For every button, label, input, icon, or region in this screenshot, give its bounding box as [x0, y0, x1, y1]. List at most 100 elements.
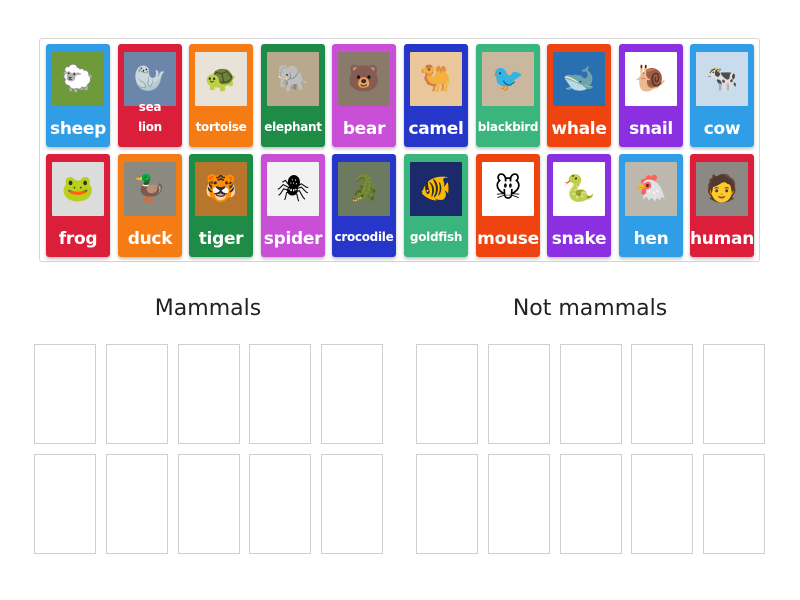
- card-image: 🐘: [267, 52, 319, 106]
- card-image: 🐻: [338, 52, 390, 106]
- elephant-photo-icon: 🐘: [267, 52, 319, 106]
- card-image: 🐌: [625, 52, 677, 106]
- card-label: crocodile: [334, 230, 394, 244]
- not-mammals-drop-slot[interactable]: [560, 344, 622, 444]
- spider-photo-icon: 🕷: [267, 162, 319, 216]
- not-mammals-drop-slot[interactable]: [560, 454, 622, 554]
- card-sea-lion[interactable]: 🦭 sea lion: [118, 44, 182, 147]
- duck-photo-icon: 🦆: [124, 162, 176, 216]
- card-crocodile[interactable]: 🐊 crocodile: [332, 154, 396, 257]
- mammals-drop-slot[interactable]: [106, 344, 168, 444]
- card-label: snail: [629, 119, 673, 139]
- hen-photo-icon: 🐔: [625, 162, 677, 216]
- card-image: 🐯: [195, 162, 247, 216]
- card-label: sea lion: [138, 100, 162, 134]
- mouse-photo-icon: 🐭: [482, 162, 534, 216]
- card-sheep[interactable]: 🐑 sheep: [46, 44, 110, 147]
- not-mammals-drop-slot[interactable]: [631, 454, 693, 554]
- card-label: tortoise: [195, 120, 247, 134]
- card-image: 🐄: [696, 52, 748, 106]
- card-image: 🐋: [553, 52, 605, 106]
- card-label: tiger: [198, 229, 244, 249]
- not-mammals-drop-slot[interactable]: [416, 344, 478, 444]
- card-image: 🐦: [482, 52, 534, 106]
- card-label: sheep: [50, 119, 106, 139]
- card-cow[interactable]: 🐄 cow: [690, 44, 754, 147]
- mammals-drop-slot[interactable]: [34, 454, 96, 554]
- mammals-drop-slot[interactable]: [178, 344, 240, 444]
- card-elephant[interactable]: 🐘 elephant: [261, 44, 325, 147]
- card-image: 🐸: [52, 162, 104, 216]
- snail-photo-icon: 🐌: [625, 52, 677, 106]
- card-spider[interactable]: 🕷 spider: [261, 154, 325, 257]
- card-image: 🐢: [195, 52, 247, 106]
- card-hen[interactable]: 🐔 hen: [619, 154, 683, 257]
- mammals-drop-slot[interactable]: [321, 454, 383, 554]
- card-image: 🧑: [696, 162, 748, 216]
- card-label: bear: [342, 119, 386, 139]
- group-title-not-mammals: Not mammals: [512, 296, 668, 321]
- not-mammals-drop-slot[interactable]: [703, 344, 765, 444]
- not-mammals-drop-slot[interactable]: [488, 344, 550, 444]
- card-snake[interactable]: 🐍 snake: [547, 154, 611, 257]
- card-label: cow: [703, 119, 741, 139]
- card-label: camel: [408, 119, 464, 139]
- card-label: hen: [633, 229, 669, 249]
- mammals-drop-slot[interactable]: [249, 344, 311, 444]
- human-photo-icon: 🧑: [696, 162, 748, 216]
- card-tiger[interactable]: 🐯 tiger: [189, 154, 253, 257]
- group-title-mammals: Mammals: [154, 296, 262, 321]
- mammals-drop-slot[interactable]: [106, 454, 168, 554]
- camel-photo-icon: 🐫: [410, 52, 462, 106]
- card-snail[interactable]: 🐌 snail: [619, 44, 683, 147]
- card-bear[interactable]: 🐻 bear: [332, 44, 396, 147]
- card-human[interactable]: 🧑 human: [690, 154, 754, 257]
- card-image: 🦆: [124, 162, 176, 216]
- card-label: goldfish: [409, 230, 463, 244]
- card-mouse[interactable]: 🐭 mouse: [476, 154, 540, 257]
- mammals-drop-slot[interactable]: [321, 344, 383, 444]
- tiger-photo-icon: 🐯: [195, 162, 247, 216]
- blackbird-photo-icon: 🐦: [482, 52, 534, 106]
- card-blackbird[interactable]: 🐦 blackbird: [476, 44, 540, 147]
- card-image: 🐠: [410, 162, 462, 216]
- card-frog[interactable]: 🐸 frog: [46, 154, 110, 257]
- bear-photo-icon: 🐻: [338, 52, 390, 106]
- mammals-drop-slot[interactable]: [34, 344, 96, 444]
- crocodile-photo-icon: 🐊: [338, 162, 390, 216]
- snake-photo-icon: 🐍: [553, 162, 605, 216]
- card-image: 🐫: [410, 52, 462, 106]
- mammals-drop-slot[interactable]: [249, 454, 311, 554]
- card-label: whale: [551, 119, 607, 139]
- card-label: elephant: [264, 120, 322, 134]
- card-label: human: [690, 229, 754, 249]
- card-label: mouse: [477, 229, 539, 249]
- not-mammals-drop-slot[interactable]: [703, 454, 765, 554]
- frog-photo-icon: 🐸: [52, 162, 104, 216]
- sheep-photo-icon: 🐑: [52, 52, 104, 106]
- goldfish-photo-icon: 🐠: [410, 162, 462, 216]
- card-label: frog: [58, 229, 98, 249]
- card-image: 🐊: [338, 162, 390, 216]
- card-whale[interactable]: 🐋 whale: [547, 44, 611, 147]
- card-label: blackbird: [477, 120, 539, 134]
- not-mammals-drop-slot[interactable]: [416, 454, 478, 554]
- card-goldfish[interactable]: 🐠 goldfish: [404, 154, 468, 257]
- tortoise-photo-icon: 🐢: [195, 52, 247, 106]
- card-label: spider: [263, 229, 323, 249]
- card-tortoise[interactable]: 🐢 tortoise: [189, 44, 253, 147]
- not-mammals-drop-slot[interactable]: [631, 344, 693, 444]
- card-image: 🐍: [553, 162, 605, 216]
- whale-photo-icon: 🐋: [553, 52, 605, 106]
- card-label: snake: [551, 229, 607, 249]
- card-label: duck: [127, 229, 173, 249]
- card-image: 🕷: [267, 162, 319, 216]
- cow-photo-icon: 🐄: [696, 52, 748, 106]
- card-duck[interactable]: 🦆 duck: [118, 154, 182, 257]
- not-mammals-drop-slot[interactable]: [488, 454, 550, 554]
- mammals-drop-slot[interactable]: [178, 454, 240, 554]
- card-image: 🐔: [625, 162, 677, 216]
- card-image: 🐭: [482, 162, 534, 216]
- card-image: 🐑: [52, 52, 104, 106]
- card-camel[interactable]: 🐫 camel: [404, 44, 468, 147]
